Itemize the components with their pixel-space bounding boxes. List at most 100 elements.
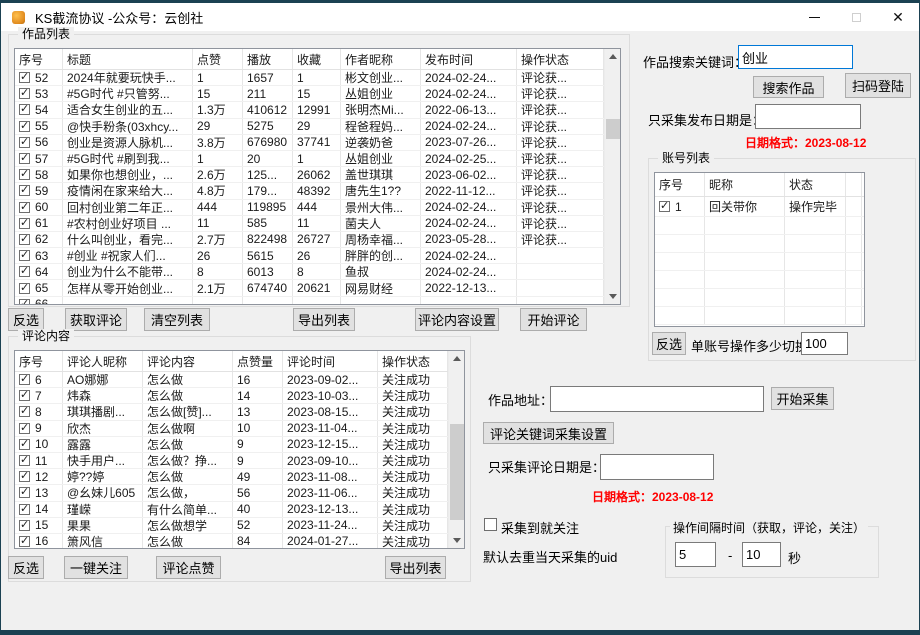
follow-on-collect-checkbox[interactable] xyxy=(484,518,497,531)
table-row[interactable]: 7炜森怎么做142023-10-03...关注成功 xyxy=(15,388,448,405)
column-header[interactable]: 评论人昵称 xyxy=(63,351,143,371)
row-checkbox[interactable] xyxy=(19,119,30,132)
table-row[interactable]: 15果果怎么做想学522023-11-24...关注成功 xyxy=(15,517,448,534)
column-header[interactable]: 状态 xyxy=(785,173,846,196)
start-comment-button[interactable]: 开始评论 xyxy=(520,308,587,331)
column-header[interactable]: 点赞 xyxy=(193,49,243,69)
row-checkbox[interactable] xyxy=(19,388,30,402)
comments-invert-button[interactable]: 反选 xyxy=(8,556,44,579)
column-header[interactable]: 点赞量 xyxy=(233,351,283,371)
table-row[interactable]: 57#5G时代 #刷到我...1201丛姐创业2024-02-25...评论获.… xyxy=(15,150,604,168)
row-checkbox[interactable] xyxy=(19,183,30,197)
row-checkbox[interactable] xyxy=(19,135,30,148)
row-checkbox[interactable] xyxy=(19,502,30,515)
table-row[interactable]: 6AO娜娜怎么做162023-09-02...关注成功 xyxy=(15,372,448,389)
row-checkbox[interactable] xyxy=(19,453,30,467)
like-comments-button[interactable]: 评论点赞 xyxy=(156,556,221,579)
row-checkbox[interactable] xyxy=(19,167,30,181)
comment-date-input[interactable] xyxy=(600,454,714,480)
column-header[interactable]: 操作状态 xyxy=(378,351,448,371)
column-header[interactable]: 操作状态 xyxy=(517,49,604,69)
table-row[interactable]: 59疫情闲在家来给大...4.8万179...48392唐先生1??2022-1… xyxy=(15,183,604,200)
qr-login-button[interactable]: 扫码登陆 xyxy=(845,73,911,98)
row-checkbox[interactable] xyxy=(19,372,30,386)
column-header[interactable]: 发布时间 xyxy=(421,49,517,69)
table-row[interactable]: 16箫风信怎么做842024-01-27...关注成功 xyxy=(15,533,448,548)
column-header[interactable]: 序号 xyxy=(15,351,63,371)
row-checkbox[interactable] xyxy=(19,469,30,483)
clear-list-button[interactable]: 清空列表 xyxy=(144,308,210,331)
publish-date-input[interactable] xyxy=(755,104,861,129)
maximize-button[interactable] xyxy=(835,3,877,31)
scroll-down-arrow[interactable] xyxy=(605,289,620,304)
table-row[interactable]: 10露露怎么做92023-12-15...关注成功 xyxy=(15,436,448,453)
row-checkbox[interactable] xyxy=(19,248,30,262)
row-checkbox[interactable] xyxy=(659,199,670,212)
row-checkbox[interactable] xyxy=(19,232,30,245)
column-header[interactable] xyxy=(846,173,862,196)
table-row[interactable]: 8琪琪播剧...怎么做[赞]...132023-08-15...关注成功 xyxy=(15,404,448,421)
column-header[interactable]: 序号 xyxy=(655,173,705,196)
table-row[interactable]: 53#5G时代 #只管努...1521115丛姐创业2024-02-24...评… xyxy=(15,86,604,103)
get-comments-button[interactable]: 获取评论 xyxy=(65,308,127,331)
vertical-scrollbar[interactable] xyxy=(604,49,620,304)
work-url-input[interactable] xyxy=(550,386,764,412)
account-switch-input[interactable] xyxy=(801,332,848,355)
column-header[interactable]: 评论内容 xyxy=(143,351,233,371)
table-row[interactable]: 9欣杰怎么做啊102023-11-04...关注成功 xyxy=(15,420,448,437)
row-checkbox[interactable] xyxy=(19,200,30,213)
row-checkbox[interactable] xyxy=(19,534,30,547)
table-row[interactable]: 1回关带你操作完毕 xyxy=(655,197,864,217)
accounts-invert-button[interactable]: 反选 xyxy=(652,332,686,355)
table-row[interactable]: 62什么叫创业，看完...2.7万82249826727周杨幸福...2023-… xyxy=(15,231,604,249)
row-checkbox[interactable] xyxy=(19,297,30,304)
table-row[interactable]: 61#农村创业好项目 ...1158511菌夫人2024-02-24...评论获… xyxy=(15,215,604,232)
comment-content-settings-button[interactable]: 评论内容设置 xyxy=(415,308,499,331)
table-row[interactable]: 66 xyxy=(15,296,604,304)
column-header[interactable]: 昵称 xyxy=(705,173,785,196)
table-row[interactable]: 522024年就要玩快手...116571彬文创业...2024-02-24..… xyxy=(15,70,604,87)
table-row[interactable]: 13@幺妹儿605怎么做，562023-11-06...关注成功 xyxy=(15,485,448,502)
scroll-down-arrow[interactable] xyxy=(449,533,464,548)
row-checkbox[interactable] xyxy=(19,86,30,100)
vertical-scrollbar[interactable] xyxy=(448,351,464,548)
table-row[interactable]: 58如果你也想创业，...2.6万125...26062盖世琪琪2023-06-… xyxy=(15,167,604,184)
row-checkbox[interactable] xyxy=(19,281,30,294)
keyword-collect-settings-button[interactable]: 评论关键词采集设置 xyxy=(483,422,614,444)
row-checkbox[interactable] xyxy=(19,404,30,418)
table-row[interactable]: 11快手用户...怎么做？挣...92023-09-10...关注成功 xyxy=(15,452,448,470)
table-row[interactable]: 63#创业 #祝家人们...26561526胖胖的创...2024-02-24.… xyxy=(15,248,604,265)
table-row[interactable]: 55@快手粉条(03xhcy...29527529程爸程妈...2024-02-… xyxy=(15,118,604,135)
column-header[interactable]: 作者昵称 xyxy=(341,49,421,69)
table-row[interactable]: 56创业是资源人脉机...3.8万67698037741逆袭奶爸2023-07-… xyxy=(15,134,604,151)
table-row[interactable]: 64创业为什么不能带...860138鱼叔2024-02-24... xyxy=(15,264,604,281)
table-row[interactable]: 12婷??婷怎么做492023-11-08...关注成功 xyxy=(15,469,448,486)
column-header[interactable]: 标题 xyxy=(63,49,193,69)
row-checkbox[interactable] xyxy=(19,421,30,434)
column-header[interactable]: 收藏 xyxy=(293,49,341,69)
search-keyword-input[interactable] xyxy=(738,45,853,69)
row-checkbox[interactable] xyxy=(19,264,30,278)
column-header[interactable]: 播放 xyxy=(243,49,293,69)
follow-all-button[interactable]: 一键关注 xyxy=(64,556,128,579)
works-export-button[interactable]: 导出列表 xyxy=(293,308,355,331)
interval-max-input[interactable] xyxy=(742,542,781,567)
scrollbar-thumb[interactable] xyxy=(606,119,620,139)
row-checkbox[interactable] xyxy=(19,70,30,84)
comments-export-button[interactable]: 导出列表 xyxy=(385,556,446,579)
table-row[interactable]: 60回村创业第二年正...444119895444景州大伟...2024-02-… xyxy=(15,199,604,216)
row-checkbox[interactable] xyxy=(19,102,30,116)
row-checkbox[interactable] xyxy=(19,485,30,499)
scroll-up-arrow[interactable] xyxy=(605,49,620,64)
row-checkbox[interactable] xyxy=(19,216,30,229)
column-header[interactable]: 评论时间 xyxy=(283,351,378,371)
minimize-button[interactable] xyxy=(793,3,835,31)
search-works-button[interactable]: 搜索作品 xyxy=(753,76,824,98)
row-checkbox[interactable] xyxy=(19,151,30,165)
works-invert-button[interactable]: 反选 xyxy=(8,308,44,331)
scroll-up-arrow[interactable] xyxy=(449,351,464,366)
table-row[interactable]: 65怎样从零开始创业...2.1万67474020621网易财经2022-12-… xyxy=(15,280,604,297)
table-row[interactable]: 54适合女生创业的五...1.3万41061212991张明杰Mi...2022… xyxy=(15,102,604,119)
start-collect-button[interactable]: 开始采集 xyxy=(771,387,834,410)
row-checkbox[interactable] xyxy=(19,437,30,450)
